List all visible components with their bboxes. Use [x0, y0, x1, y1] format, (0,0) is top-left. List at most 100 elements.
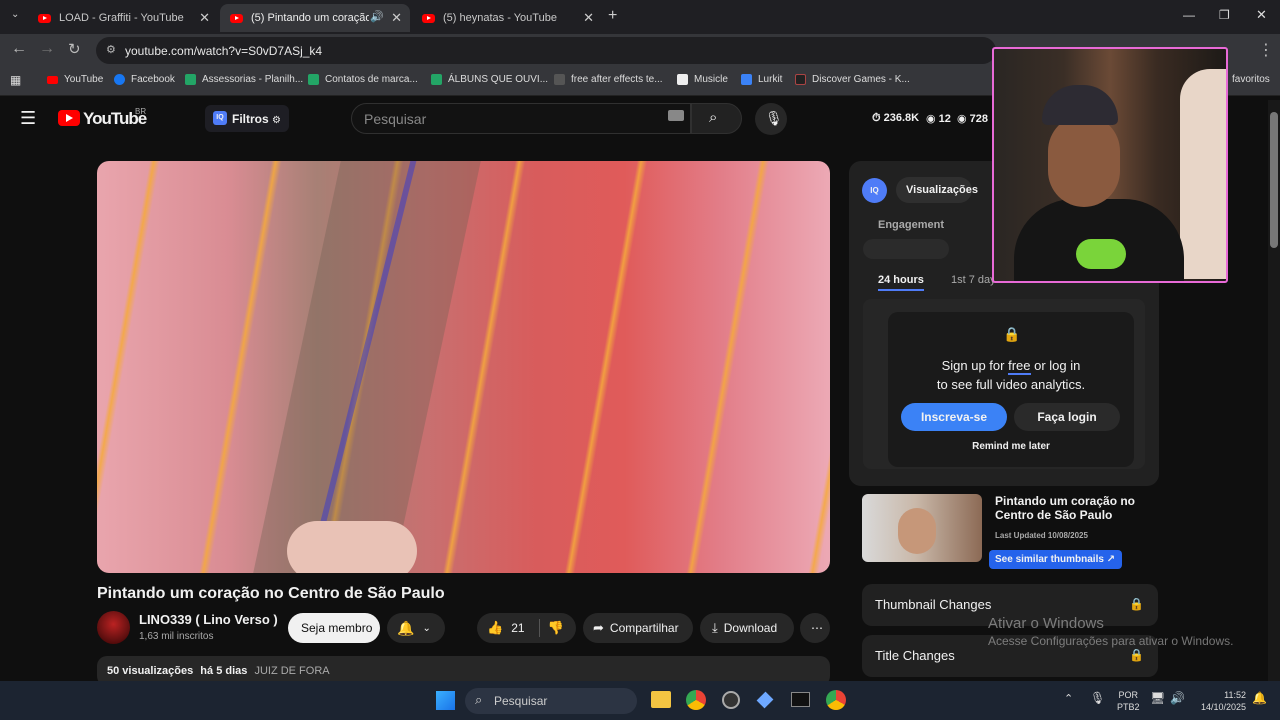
- bookmark-label: Lurkit: [758, 74, 783, 85]
- close-icon[interactable]: ✕: [583, 10, 594, 26]
- youtube-logo-icon[interactable]: [58, 110, 80, 126]
- hamburger-menu-icon[interactable]: ☰: [20, 108, 36, 129]
- keyboard-icon[interactable]: [668, 110, 684, 121]
- login-button[interactable]: Faça login: [1014, 403, 1120, 431]
- microphone-tray-icon[interactable]: 🎙: [1090, 691, 1105, 705]
- voice-search-button[interactable]: 🎙: [755, 103, 787, 135]
- tab-label: LOAD - Graffiti - YouTube: [59, 12, 184, 24]
- tab-visualizacoes[interactable]: Visualizações: [896, 177, 978, 203]
- bookmark-musicle[interactable]: Musicle: [677, 74, 728, 85]
- taskbar-search[interactable]: ⌕ Pesquisar: [465, 688, 637, 714]
- speaker-icon[interactable]: 🔊: [370, 10, 384, 23]
- forward-arrow-icon[interactable]: →: [39, 40, 55, 58]
- volume-icon[interactable]: 🔊: [1170, 691, 1185, 705]
- bookmark-favoritos[interactable]: favoritos: [1232, 74, 1270, 85]
- reload-icon[interactable]: ↻: [68, 40, 81, 58]
- remind-later-link[interactable]: Remind me later: [888, 441, 1134, 452]
- bookmark-albuns[interactable]: ÁLBUNS QUE OUVI...: [431, 74, 548, 85]
- lurkit-icon: [741, 74, 752, 85]
- video-title: Pintando um coração no Centro de São Pau…: [97, 585, 445, 602]
- video-thumbnail[interactable]: [862, 494, 982, 562]
- filters-button[interactable]: IQ Filtros ⚙: [205, 105, 289, 132]
- card-title[interactable]: Pintando um coração no Centro de São Pau…: [995, 494, 1145, 522]
- url-text: youtube.com/watch?v=S0vD7ASj_k4: [125, 44, 323, 58]
- close-window-icon[interactable]: ✕: [1256, 7, 1267, 23]
- divider: [538, 619, 540, 637]
- notifications-button[interactable]: 🔔 ⌄: [387, 613, 445, 643]
- youtube-favicon-icon: [422, 13, 435, 23]
- minimize-icon[interactable]: —: [1183, 8, 1195, 22]
- windows-activation-title: Ativar o Windows: [988, 615, 1104, 632]
- like-button[interactable]: 👍 21 👎: [477, 613, 576, 643]
- card-updated: Last Updated 10/08/2025: [995, 531, 1088, 540]
- tab-load-graffiti[interactable]: LOAD - Graffiti - YouTube ✕: [28, 4, 218, 32]
- webcam-face-image: [1048, 115, 1120, 207]
- channel-avatar[interactable]: [97, 611, 130, 644]
- chevron-up-icon[interactable]: ⌃: [1064, 692, 1073, 705]
- bookmark-label: Contatos de marca...: [325, 74, 418, 85]
- popup-text: or log in: [1030, 358, 1081, 373]
- period-24h[interactable]: 24 hours: [878, 274, 924, 291]
- menu-dots-icon[interactable]: ⋮: [1258, 40, 1274, 60]
- site-info-icon[interactable]: ⚙: [106, 43, 116, 56]
- network-icon[interactable]: 🖥: [1150, 691, 1165, 705]
- back-arrow-icon[interactable]: ←: [11, 40, 27, 58]
- windows-start-icon[interactable]: [436, 691, 455, 710]
- tab-label: Visualizações: [906, 184, 978, 196]
- share-button[interactable]: ➦ Compartilhar: [583, 613, 693, 643]
- chevron-down-icon: ⌄: [422, 622, 431, 634]
- video-frame-hand: [287, 521, 417, 573]
- like-count: 21: [511, 621, 525, 635]
- close-icon[interactable]: ✕: [199, 10, 210, 26]
- clock[interactable]: 11:52 14/10/2025: [1196, 689, 1246, 713]
- chrome-icon[interactable]: [686, 690, 706, 710]
- tab-pintando[interactable]: (5) Pintando um coração no 🔊 ✕: [220, 4, 410, 32]
- search-button[interactable]: ⌕: [691, 103, 742, 134]
- bookmark-facebook[interactable]: Facebook: [114, 74, 175, 85]
- sheets-icon: [431, 74, 442, 85]
- channel-name[interactable]: LINO339 ( Lino Verso ): [139, 612, 278, 627]
- chrome-profile-icon[interactable]: [826, 690, 846, 710]
- notification-bell-icon[interactable]: 🔔: [1252, 691, 1267, 705]
- layout-label: PTB2: [1117, 702, 1140, 712]
- bookmark-after-effects[interactable]: free after effects te...: [554, 74, 663, 85]
- scrollbar-thumb[interactable]: [1270, 112, 1278, 248]
- thumbs-down-icon[interactable]: 👎: [548, 620, 564, 636]
- similar-thumbnails-button[interactable]: See similar thumbnails ↗: [989, 550, 1122, 569]
- file-explorer-icon[interactable]: [651, 691, 671, 708]
- address-bar[interactable]: ⚙ youtube.com/watch?v=S0vD7ASj_k4: [96, 37, 996, 64]
- signup-button[interactable]: Inscreva-se: [901, 403, 1007, 431]
- bookmark-contatos[interactable]: Contatos de marca...: [308, 74, 418, 85]
- search-input[interactable]: Pesquisar: [351, 103, 691, 134]
- tab-list-chevron-icon[interactable]: ⌄: [11, 9, 19, 20]
- lock-icon: 🔒: [1129, 597, 1144, 611]
- maximize-icon[interactable]: ❐: [1219, 8, 1230, 22]
- more-dots-icon: ⋯: [811, 621, 823, 635]
- popup-text-line2: to see full video analytics.: [936, 377, 1086, 392]
- language-indicator[interactable]: POR PTB2: [1117, 689, 1140, 713]
- video-frame-shadow: [253, 161, 481, 573]
- tab-heynatas[interactable]: (5) heynatas - YouTube ✕: [412, 4, 602, 32]
- app-icon-blue[interactable]: [756, 691, 774, 709]
- apps-grid-icon[interactable]: ▦: [10, 73, 21, 87]
- iq-logo-icon: IQ: [213, 111, 227, 125]
- facebook-icon: [114, 74, 125, 85]
- bookmark-lurkit[interactable]: Lurkit: [741, 74, 782, 85]
- app-icon-dark[interactable]: [722, 691, 740, 709]
- download-button[interactable]: ⤓ Download: [700, 613, 794, 643]
- signup-popup: 🔒 Sign up for free or log in to see full…: [888, 312, 1134, 467]
- youtube-icon: [47, 75, 58, 84]
- bookmark-youtube[interactable]: YouTube: [47, 74, 103, 85]
- bookmark-discover-games[interactable]: Discover Games - K...: [795, 74, 910, 85]
- video-player[interactable]: [97, 161, 830, 573]
- join-button[interactable]: Seja membro: [288, 613, 380, 643]
- close-icon[interactable]: ✕: [391, 10, 402, 26]
- download-label: Download: [723, 621, 778, 635]
- terminal-icon[interactable]: [791, 692, 810, 707]
- more-actions-button[interactable]: ⋯: [800, 613, 830, 643]
- popup-free-text: free: [1008, 358, 1031, 375]
- stat-three: ◉ 728: [957, 113, 989, 125]
- new-tab-icon[interactable]: +: [608, 7, 617, 25]
- bookmark-label: Discover Games - K...: [812, 74, 910, 85]
- bookmark-assessorias[interactable]: Assessorias - Planilh...: [185, 74, 303, 85]
